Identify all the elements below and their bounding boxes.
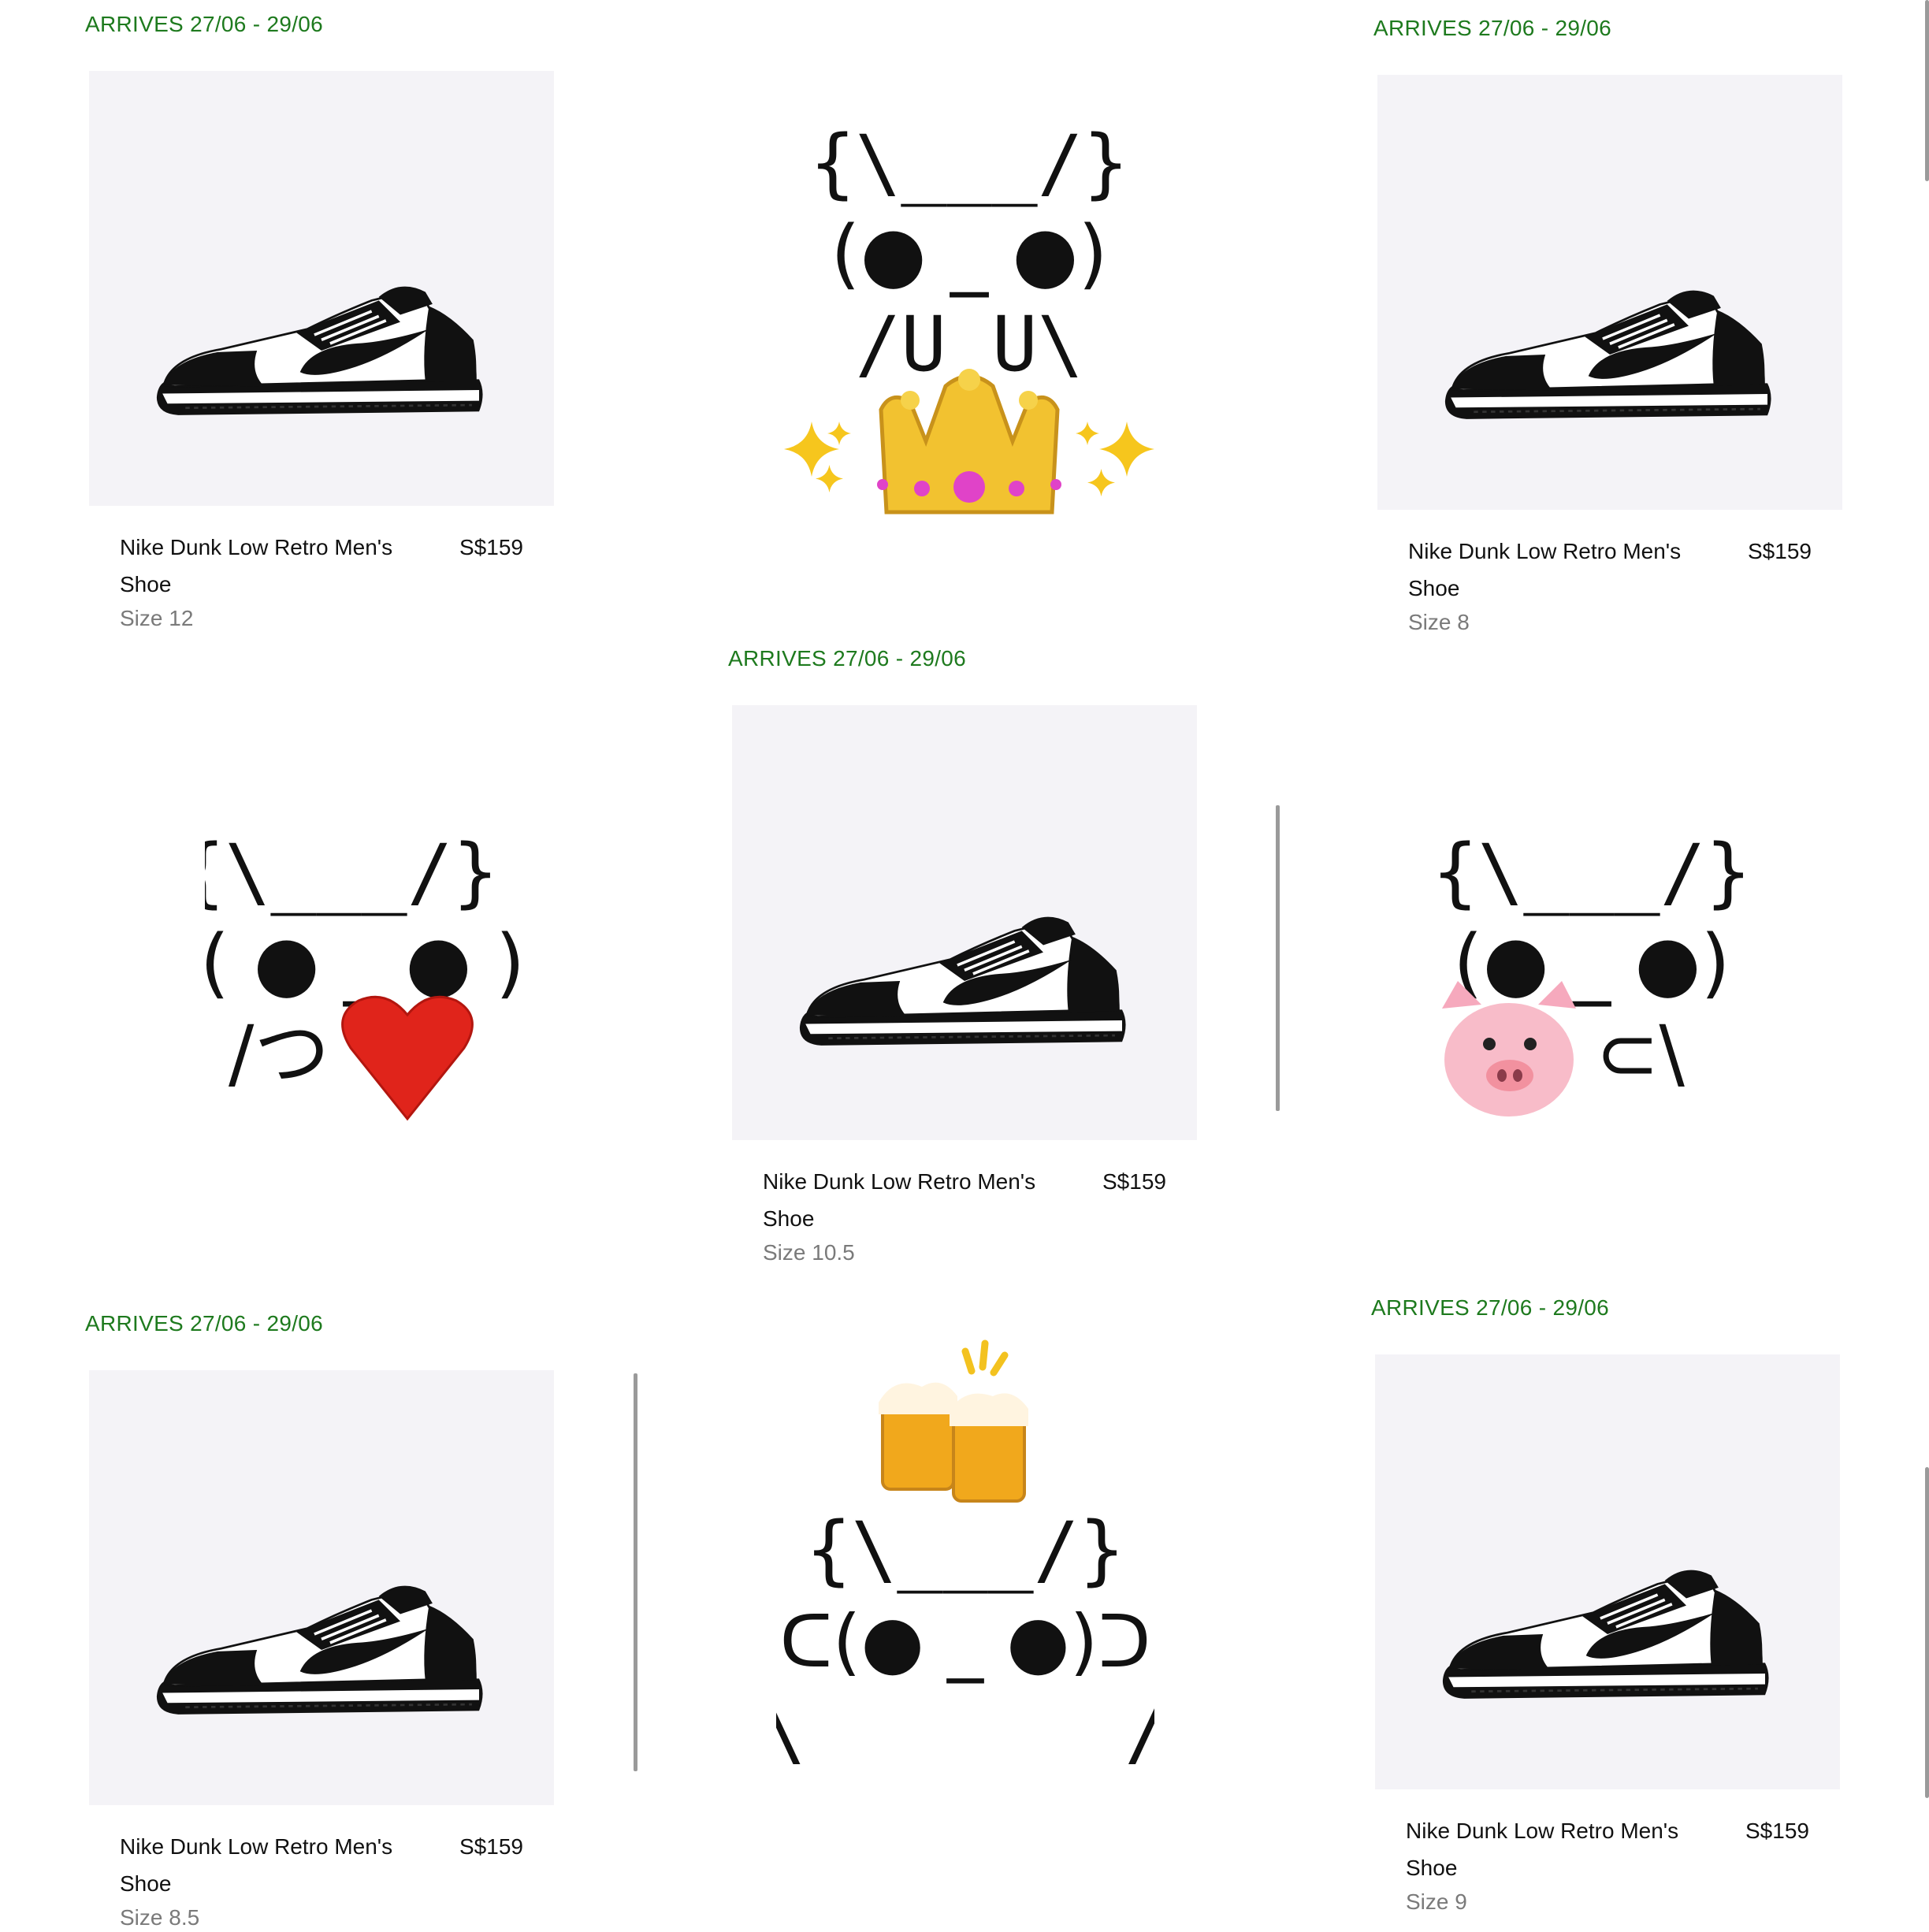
bunny-arms: /つ (229, 1009, 329, 1098)
product-size: Size 8 (1408, 610, 1470, 634)
product-name[interactable]: Nike Dunk Low Retro Men's Shoe (1406, 1812, 1705, 1886)
product-price: S$159 (459, 1834, 523, 1859)
product-size: Size 9 (1406, 1889, 1467, 1914)
bunny-ears: {\___/} (810, 119, 1129, 207)
sneaker-image[interactable] (89, 1370, 554, 1805)
bunny-arms: ⊂\ (1596, 1009, 1685, 1098)
bunny-arms: \ / (776, 1687, 1154, 1773)
product-name[interactable]: Nike Dunk Low Retro Men's Shoe (1408, 533, 1708, 607)
sneaker-image[interactable] (1377, 75, 1842, 510)
product-size: Size 10.5 (763, 1240, 855, 1265)
product-size: Size 12 (120, 606, 194, 630)
scrollbar-top[interactable] (1925, 0, 1929, 181)
sneaker-image[interactable] (1375, 1354, 1840, 1789)
bunny-face: (● _ ●) (831, 210, 1107, 298)
column-divider (634, 1373, 637, 1771)
arrival-date: ARRIVES 27/06 - 29/06 (728, 646, 967, 671)
bunny-beer-art: {\___/} ᑕ(● _ ●)ᑐ \ / (776, 1332, 1154, 1773)
bunny-face: (● _ ●) (1453, 919, 1730, 1007)
product-price: S$159 (1102, 1169, 1166, 1194)
product-name[interactable]: Nike Dunk Low Retro Men's Shoe (120, 529, 419, 603)
product-name[interactable]: Nike Dunk Low Retro Men's Shoe (120, 1828, 419, 1902)
clinking-beer-mugs-icon (879, 1339, 1028, 1503)
scrollbar-bottom[interactable] (1925, 1467, 1929, 1798)
bunny-pig-art: {\___/} (● _ ●) ⊂\ (1426, 812, 1757, 1142)
bunny-ears: {\___/} (806, 1506, 1125, 1594)
product-price: S$159 (1748, 539, 1812, 563)
product-price: S$159 (1745, 1819, 1809, 1843)
product-price: S$159 (459, 535, 523, 559)
product-size: Size 8.5 (120, 1905, 200, 1930)
bunny-face: ( ● _ ● ) (205, 919, 525, 1007)
crown-icon (877, 369, 1061, 515)
sneaker-image[interactable] (732, 705, 1197, 1140)
bunny-crown-art: {\___/} (● _ ●) /U U\ (780, 110, 1158, 552)
product-name[interactable]: Nike Dunk Low Retro Men's Shoe (763, 1163, 1062, 1237)
bunny-face: ᑕ(● _ ●)ᑐ (779, 1599, 1150, 1684)
bunny-ears: {\___/} (205, 828, 498, 916)
bunny-heart-art: {\___/} ( ● _ ● ) /つ (205, 812, 552, 1142)
bunny-ears: {\___/} (1433, 828, 1752, 916)
arrival-date: ARRIVES 27/06 - 29/06 (1371, 1295, 1610, 1320)
heart-icon (341, 995, 474, 1121)
arrival-date: ARRIVES 27/06 - 29/06 (85, 12, 324, 36)
arrival-date: ARRIVES 27/06 - 29/06 (1373, 16, 1612, 40)
sneaker-image[interactable] (89, 71, 554, 506)
column-divider (1276, 805, 1280, 1111)
arrival-date: ARRIVES 27/06 - 29/06 (85, 1311, 324, 1336)
